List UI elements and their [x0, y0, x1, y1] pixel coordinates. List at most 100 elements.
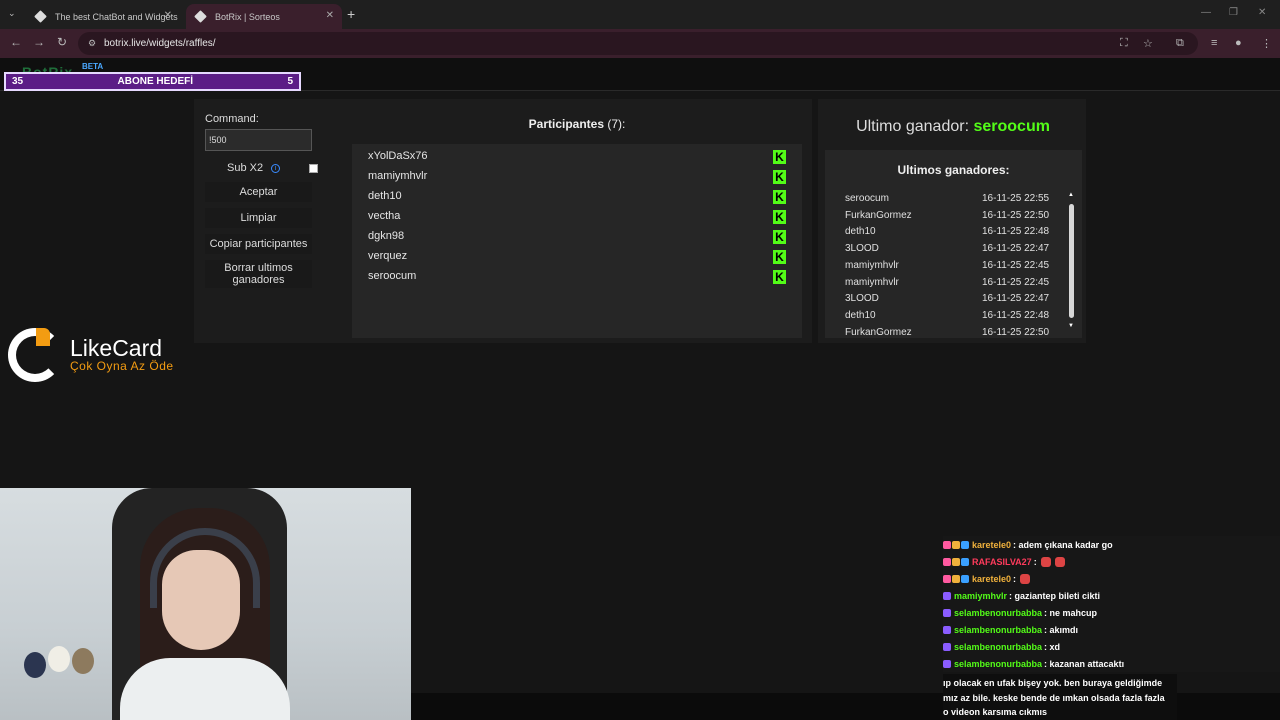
menu-icon[interactable]: ⋮	[1261, 37, 1272, 50]
bottom-bar-right	[1177, 693, 1280, 720]
restore-icon[interactable]: ❐	[1229, 7, 1238, 18]
webcam-feed	[0, 488, 411, 720]
chat-line: o videon karsıma cıkmıs	[943, 707, 1048, 717]
badge-icon	[943, 591, 951, 600]
minimize-icon[interactable]: —	[1201, 7, 1211, 18]
chat-badges-icon	[943, 574, 969, 583]
kick-icon: K	[773, 230, 786, 244]
bottom-bar	[411, 693, 943, 720]
chat-username[interactable]: selambenonurbabba	[954, 642, 1042, 652]
history-name: FurkanGormez	[845, 209, 912, 221]
scroll-down-icon[interactable]: ▼	[1068, 323, 1074, 329]
command-input[interactable]: !500	[205, 129, 312, 151]
participant-row: mamiymhvlr K	[368, 166, 788, 186]
scroll-up-icon[interactable]: ▲	[1068, 192, 1074, 198]
chat-username[interactable]: karetele0	[972, 540, 1011, 550]
accept-button[interactable]: Aceptar	[205, 182, 312, 202]
participant-name: xYolDaSx76	[368, 150, 428, 162]
info-icon[interactable]: i	[271, 164, 280, 173]
kick-icon: K	[773, 170, 786, 184]
participant-row: xYolDaSx76 K	[368, 146, 788, 166]
command-label: Command:	[205, 113, 259, 125]
badge-icon	[952, 540, 960, 549]
participant-row: deth10 K	[368, 186, 788, 206]
chat-username[interactable]: RAFASILVA27	[972, 557, 1032, 567]
chat-text: : adem çıkana kadar go	[1013, 539, 1113, 550]
history-date: 16-11-25 22:45	[982, 259, 1050, 271]
chat-message: selambenonurbabba: kazanan attacaktı	[943, 655, 1280, 672]
botrix-favicon-icon	[34, 10, 47, 23]
participant-name: verquez	[368, 250, 408, 262]
chat-username[interactable]: karetele0	[972, 574, 1011, 584]
site-info-icon[interactable]: ⚙	[88, 38, 96, 49]
chat-text: : ne mahcup	[1044, 607, 1098, 618]
badge-icon	[952, 557, 960, 566]
forward-icon[interactable]: →	[33, 35, 45, 49]
history-name: seroocum	[845, 193, 889, 204]
chat-badges-icon	[943, 557, 969, 566]
chat-line: ıp olacak en ufak bişey yok. ben buraya …	[943, 678, 1163, 688]
chat-text: :	[1033, 556, 1037, 567]
copy-participants-button[interactable]: Copiar participantes	[205, 234, 312, 254]
emote-icon	[1020, 573, 1031, 584]
participant-name: seroocum	[368, 270, 417, 282]
scroll-thumb[interactable]	[1069, 204, 1074, 318]
figurines	[20, 638, 110, 688]
botrix-favicon-icon	[194, 10, 207, 23]
url-text: botrix.live/widgets/raffles/	[104, 38, 216, 49]
badge-icon	[961, 557, 969, 566]
close-tab-icon[interactable]: ✕	[326, 10, 334, 21]
badge-icon	[943, 625, 951, 634]
kick-icon: K	[773, 150, 786, 164]
streamer-hoodie	[120, 658, 290, 720]
extensions-icon[interactable]: ⧉	[1176, 37, 1184, 50]
clear-button[interactable]: Limpiar	[205, 208, 312, 228]
chat-message: mamiymhvlr: gaziantep bileti cikti	[943, 587, 1280, 604]
history-scrollbar[interactable]: ▲ ▼	[1068, 192, 1076, 332]
history-title: Ultimos ganadores:	[897, 163, 1010, 177]
history-row: 3LOOD 16-11-25 22:47	[845, 243, 1055, 259]
profile-icon[interactable]: ●	[1235, 37, 1242, 49]
winners-history: Ultimos ganadores: seroocum 16-11-25 22:5…	[825, 150, 1082, 338]
badge-icon	[943, 608, 951, 617]
last-winner-name: seroocum	[973, 118, 1050, 135]
bookmark-star-icon[interactable]: ☆	[1143, 37, 1153, 50]
history-row: deth10 16-11-25 22:48	[845, 226, 1055, 242]
badge-icon	[943, 557, 951, 566]
history-date: 16-11-25 22:47	[982, 243, 1050, 255]
chat-message: RAFASILVA27:	[943, 553, 1280, 570]
close-window-icon[interactable]: ✕	[1258, 7, 1266, 18]
chat-username[interactable]: selambenonurbabba	[954, 659, 1042, 669]
history-row: mamiymhvlr 16-11-25 22:45	[845, 260, 1055, 276]
back-icon[interactable]: ←	[10, 35, 22, 49]
translate-icon[interactable]: ⛶	[1120, 37, 1128, 50]
history-name: mamiymhvlr	[845, 259, 899, 271]
sub-x2-checkbox[interactable]	[309, 164, 318, 173]
participants-label: Participantes	[528, 117, 605, 131]
last-winner-heading: Ultimo ganador: seroocum	[818, 118, 1088, 136]
badge-icon	[961, 574, 969, 583]
chat-username[interactable]: selambenonurbabba	[954, 625, 1042, 635]
chat-overlay: karetele0: adem çıkana kadar go RAFASILVA…	[943, 536, 1280, 676]
chat-message: selambenonurbabba: ne mahcup	[943, 604, 1280, 621]
history-date: 16-11-25 22:45	[982, 276, 1050, 288]
chat-message: selambenonurbabba: xd	[943, 638, 1280, 655]
close-tab-icon[interactable]: ✕	[164, 10, 172, 21]
chat-username[interactable]: selambenonurbabba	[954, 608, 1042, 618]
chat-text: : akımdı	[1044, 624, 1079, 635]
tab-chatbot[interactable]: The best ChatBot and Widgets ✕	[26, 4, 180, 29]
tab-search-icon[interactable]: ⌄	[8, 8, 16, 19]
reload-icon[interactable]: ↻	[57, 35, 67, 49]
chat-badges-icon	[943, 540, 969, 549]
address-bar[interactable]: ⚙ botrix.live/widgets/raffles/	[78, 32, 1198, 55]
media-icon[interactable]: ≡	[1211, 37, 1217, 49]
chat-username[interactable]: mamiymhvlr	[954, 591, 1007, 601]
new-tab-icon[interactable]: +	[347, 6, 355, 22]
badge-icon	[943, 642, 951, 651]
delete-winners-button[interactable]: Borrar ultimos ganadores	[205, 260, 312, 288]
history-row: seroocum 16-11-25 22:55	[845, 193, 1055, 209]
tab-sorteos[interactable]: BotRix | Sorteos ✕	[186, 4, 342, 29]
badge-icon	[952, 574, 960, 583]
chat-badges-icon	[943, 591, 951, 600]
chat-badges-icon	[943, 659, 951, 668]
